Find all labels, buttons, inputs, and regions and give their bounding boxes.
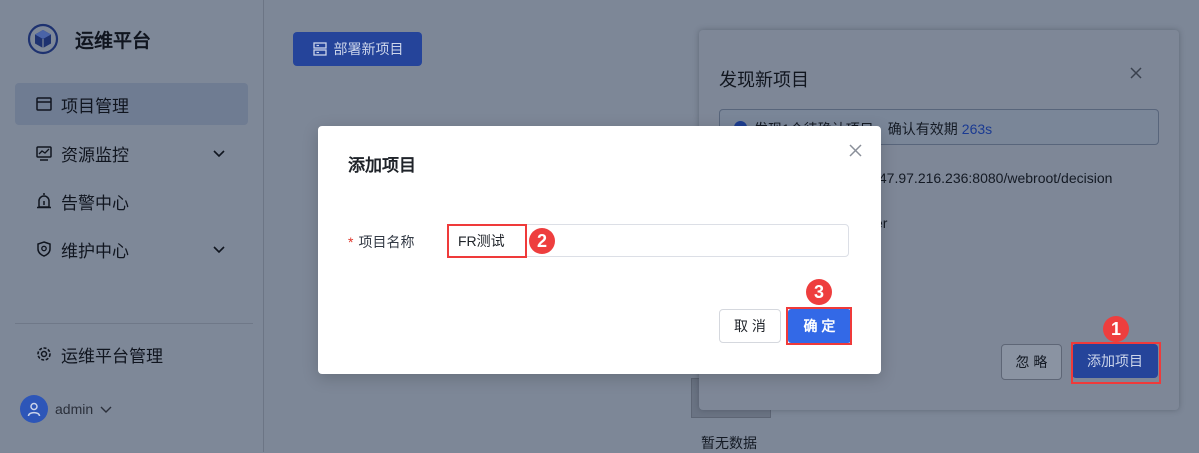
ignore-button[interactable]: 忽 略 <box>1001 344 1062 380</box>
cancel-button[interactable]: 取 消 <box>719 309 781 343</box>
logo: 运维平台 <box>27 23 151 55</box>
user-menu[interactable]: admin <box>20 395 113 423</box>
project-name-label-text: 项目名称 <box>358 234 415 250</box>
annotation-marker: 3 <box>806 279 832 305</box>
sidebar-item-resource-monitor[interactable]: 资源监控 <box>15 132 248 174</box>
alarm-icon <box>37 193 51 209</box>
sidebar-item-label: 告警中心 <box>61 193 129 213</box>
sidebar-item-label: 资源监控 <box>61 145 129 165</box>
chevron-down-icon <box>100 406 112 413</box>
deploy-button-label: 部署新项目 <box>333 41 404 57</box>
required-mark: * <box>348 234 354 250</box>
folder-icon <box>36 97 52 111</box>
chevron-down-icon <box>213 246 225 254</box>
sidebar-item-label: 项目管理 <box>61 96 129 116</box>
empty-state-text: 暂无数据 <box>701 435 757 451</box>
sidebar-item-label: 维护中心 <box>61 241 129 261</box>
annotation-marker: 1 <box>1103 316 1129 342</box>
shield-icon <box>37 241 51 257</box>
close-icon[interactable] <box>1129 66 1143 80</box>
annotation-highlight-confirm <box>786 307 852 345</box>
user-icon <box>27 402 41 417</box>
server-icon <box>312 42 327 56</box>
annotation-highlight-project-name <box>447 224 527 258</box>
monitor-icon <box>36 146 52 161</box>
sidebar-item-alarm-center[interactable]: 告警中心 <box>15 180 248 222</box>
annotation-marker: 2 <box>529 228 555 254</box>
sidebar-item-platform-settings[interactable]: 运维平台管理 <box>15 333 248 375</box>
project-name-label: * 项目名称 <box>348 232 414 252</box>
sidebar-item-label: 运维平台管理 <box>61 346 163 366</box>
sidebar-item-project-management[interactable]: 项目管理 <box>15 83 248 125</box>
sidebar-divider <box>15 323 253 324</box>
deploy-new-project-button[interactable]: 部署新项目 <box>293 32 422 66</box>
logo-text: 运维平台 <box>75 30 152 52</box>
project-url: /47.97.216.236:8080/webroot/decision <box>875 170 1113 186</box>
avatar <box>20 395 48 423</box>
annotation-highlight-add-project <box>1071 342 1161 384</box>
chevron-down-icon <box>213 150 225 158</box>
cube-logo-icon <box>27 23 59 55</box>
user-name: admin <box>55 401 94 417</box>
gear-icon <box>37 347 51 361</box>
panel-title: 发现新项目 <box>719 70 809 90</box>
countdown-seconds: 263s <box>961 121 993 137</box>
sidebar-item-maintenance-center[interactable]: 维护中心 <box>15 228 248 270</box>
close-icon[interactable] <box>848 143 863 158</box>
dialog-title: 添加项目 <box>348 156 416 175</box>
sidebar: 运维平台 项目管理 资源监控 告警中心 维护中心 运维平台管理 admin <box>0 0 264 452</box>
